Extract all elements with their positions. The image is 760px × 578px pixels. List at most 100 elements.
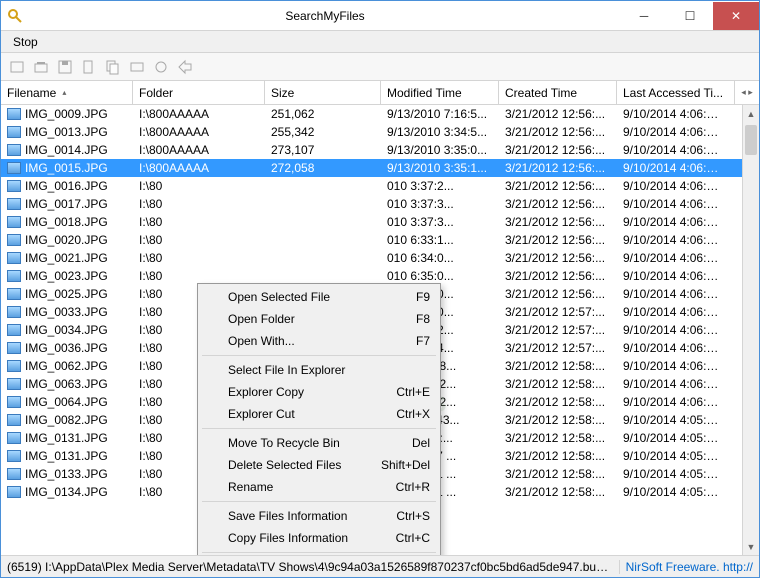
column-size[interactable]: Size: [265, 81, 381, 104]
context-item[interactable]: Select File In Explorer: [200, 359, 438, 381]
context-item[interactable]: Explorer CopyCtrl+E: [200, 381, 438, 403]
cell-modified: 9/13/2010 3:34:5...: [381, 125, 499, 139]
file-icon: [7, 432, 21, 444]
maximize-button[interactable]: ☐: [667, 2, 713, 30]
context-item[interactable]: Delete Selected FilesShift+Del: [200, 454, 438, 476]
toolbar-btn-8[interactable]: [175, 57, 195, 77]
toolbar-btn-6[interactable]: [127, 57, 147, 77]
cell-created: 3/21/2012 12:56:...: [499, 161, 617, 175]
cell-accessed: 9/10/2014 4:06:1...: [617, 197, 727, 211]
file-icon: [7, 414, 21, 426]
context-shortcut: Shift+Del: [381, 458, 430, 472]
titlebar: SearchMyFiles ─ ☐ ✕: [1, 1, 759, 31]
file-list[interactable]: IMG_0009.JPGI:\800AAAAA251,0629/13/2010 …: [1, 105, 759, 555]
table-row[interactable]: IMG_0016.JPGI:\80010 3:37:2...3/21/2012 …: [1, 177, 759, 195]
cell-created: 3/21/2012 12:56:...: [499, 251, 617, 265]
file-icon: [7, 180, 21, 192]
cell-filename: IMG_0131.JPG: [1, 431, 133, 445]
column-created[interactable]: Created Time: [499, 81, 617, 104]
table-row[interactable]: IMG_0020.JPGI:\80010 6:33:1...3/21/2012 …: [1, 231, 759, 249]
column-accessed[interactable]: Last Accessed Ti...: [617, 81, 735, 104]
cell-created: 3/21/2012 12:56:...: [499, 125, 617, 139]
context-item[interactable]: Open With...F7: [200, 330, 438, 352]
table-row[interactable]: IMG_0017.JPGI:\80010 3:37:3...3/21/2012 …: [1, 195, 759, 213]
toolbar-btn-copy[interactable]: [103, 57, 123, 77]
cell-created: 3/21/2012 12:58:...: [499, 413, 617, 427]
cell-accessed: 9/10/2014 4:06:1...: [617, 107, 727, 121]
table-row[interactable]: IMG_0013.JPGI:\800AAAAA255,3429/13/2010 …: [1, 123, 759, 141]
context-item[interactable]: Move To Recycle BinDel: [200, 432, 438, 454]
table-row[interactable]: IMG_0018.JPGI:\80010 3:37:3...3/21/2012 …: [1, 213, 759, 231]
context-item[interactable]: Explorer CutCtrl+X: [200, 403, 438, 425]
cell-filename: IMG_0033.JPG: [1, 305, 133, 319]
column-modified[interactable]: Modified Time: [381, 81, 499, 104]
cell-folder: I:\80: [133, 179, 265, 193]
cell-created: 3/21/2012 12:56:...: [499, 197, 617, 211]
menu-stop[interactable]: Stop: [5, 33, 46, 51]
cell-accessed: 9/10/2014 4:06:1...: [617, 359, 727, 373]
cell-created: 3/21/2012 12:58:...: [499, 467, 617, 481]
cell-size: 255,342: [265, 125, 381, 139]
context-item[interactable]: Open Folder F8: [200, 308, 438, 330]
sort-indicator-icon: ▴: [62, 88, 66, 97]
cell-filename: IMG_0009.JPG: [1, 107, 133, 121]
column-filename[interactable]: Filename▴: [1, 81, 133, 104]
cell-accessed: 9/10/2014 4:05:5...: [617, 449, 727, 463]
file-icon: [7, 378, 21, 390]
column-folder[interactable]: Folder: [133, 81, 265, 104]
context-item[interactable]: Copy Files InformationCtrl+C: [200, 527, 438, 549]
file-icon: [7, 270, 21, 282]
toolbar-btn-1[interactable]: [7, 57, 27, 77]
table-row[interactable]: IMG_0015.JPGI:\800AAAAA272,0589/13/2010 …: [1, 159, 759, 177]
cell-filename: IMG_0133.JPG: [1, 467, 133, 481]
table-row[interactable]: IMG_0021.JPGI:\80010 6:34:0...3/21/2012 …: [1, 249, 759, 267]
vertical-scrollbar[interactable]: ▲ ▼: [742, 105, 759, 555]
table-row[interactable]: IMG_0009.JPGI:\800AAAAA251,0629/13/2010 …: [1, 105, 759, 123]
toolbar-btn-props[interactable]: [151, 57, 171, 77]
cell-created: 3/21/2012 12:58:...: [499, 485, 617, 499]
toolbar-btn-4[interactable]: [79, 57, 99, 77]
context-item[interactable]: RenameCtrl+R: [200, 476, 438, 498]
cell-modified: 9/13/2010 3:35:1...: [381, 161, 499, 175]
scroll-down-icon[interactable]: ▼: [743, 538, 759, 555]
file-icon: [7, 486, 21, 498]
cell-folder: I:\800AAAAA: [133, 161, 265, 175]
cell-accessed: 9/10/2014 4:06:1...: [617, 395, 727, 409]
cell-created: 3/21/2012 12:56:...: [499, 143, 617, 157]
context-item[interactable]: Save Files InformationCtrl+S: [200, 505, 438, 527]
minimize-button[interactable]: ─: [621, 2, 667, 30]
file-icon: [7, 468, 21, 480]
cell-filename: IMG_0064.JPG: [1, 395, 133, 409]
table-row[interactable]: IMG_0014.JPGI:\800AAAAA273,1079/13/2010 …: [1, 141, 759, 159]
cell-modified: 010 6:34:0...: [381, 251, 499, 265]
cell-modified: 010 3:37:2...: [381, 179, 499, 193]
context-label: Explorer Copy: [228, 385, 304, 399]
cell-filename: IMG_0017.JPG: [1, 197, 133, 211]
context-separator: [202, 428, 436, 429]
cell-filename: IMG_0063.JPG: [1, 377, 133, 391]
cell-accessed: 9/10/2014 4:06:1...: [617, 341, 727, 355]
toolbar-btn-2[interactable]: [31, 57, 51, 77]
cell-accessed: 9/10/2014 4:06:1...: [617, 305, 727, 319]
context-separator: [202, 552, 436, 553]
context-label: Open Folder: [228, 312, 295, 326]
cell-accessed: 9/10/2014 4:06:1...: [617, 215, 727, 229]
cell-filename: IMG_0014.JPG: [1, 143, 133, 157]
scroll-thumb[interactable]: [745, 125, 757, 155]
context-shortcut: F8: [416, 312, 430, 326]
toolbar-btn-save[interactable]: [55, 57, 75, 77]
status-path: (6519) I:\AppData\Plex Media Server\Meta…: [1, 560, 619, 574]
scroll-up-icon[interactable]: ▲: [743, 105, 759, 122]
cell-filename: IMG_0131.JPG: [1, 449, 133, 463]
file-icon: [7, 252, 21, 264]
cell-accessed: 9/10/2014 4:05:5...: [617, 467, 727, 481]
cell-created: 3/21/2012 12:56:...: [499, 233, 617, 247]
status-link[interactable]: NirSoft Freeware. http://: [619, 560, 759, 574]
context-label: Open Selected File: [228, 290, 330, 304]
context-shortcut: Ctrl+S: [396, 509, 430, 523]
close-button[interactable]: ✕: [713, 2, 759, 30]
context-item[interactable]: Open Selected FileF9: [200, 286, 438, 308]
cell-filename: IMG_0021.JPG: [1, 251, 133, 265]
cell-created: 3/21/2012 12:58:...: [499, 431, 617, 445]
cell-created: 3/21/2012 12:58:...: [499, 395, 617, 409]
